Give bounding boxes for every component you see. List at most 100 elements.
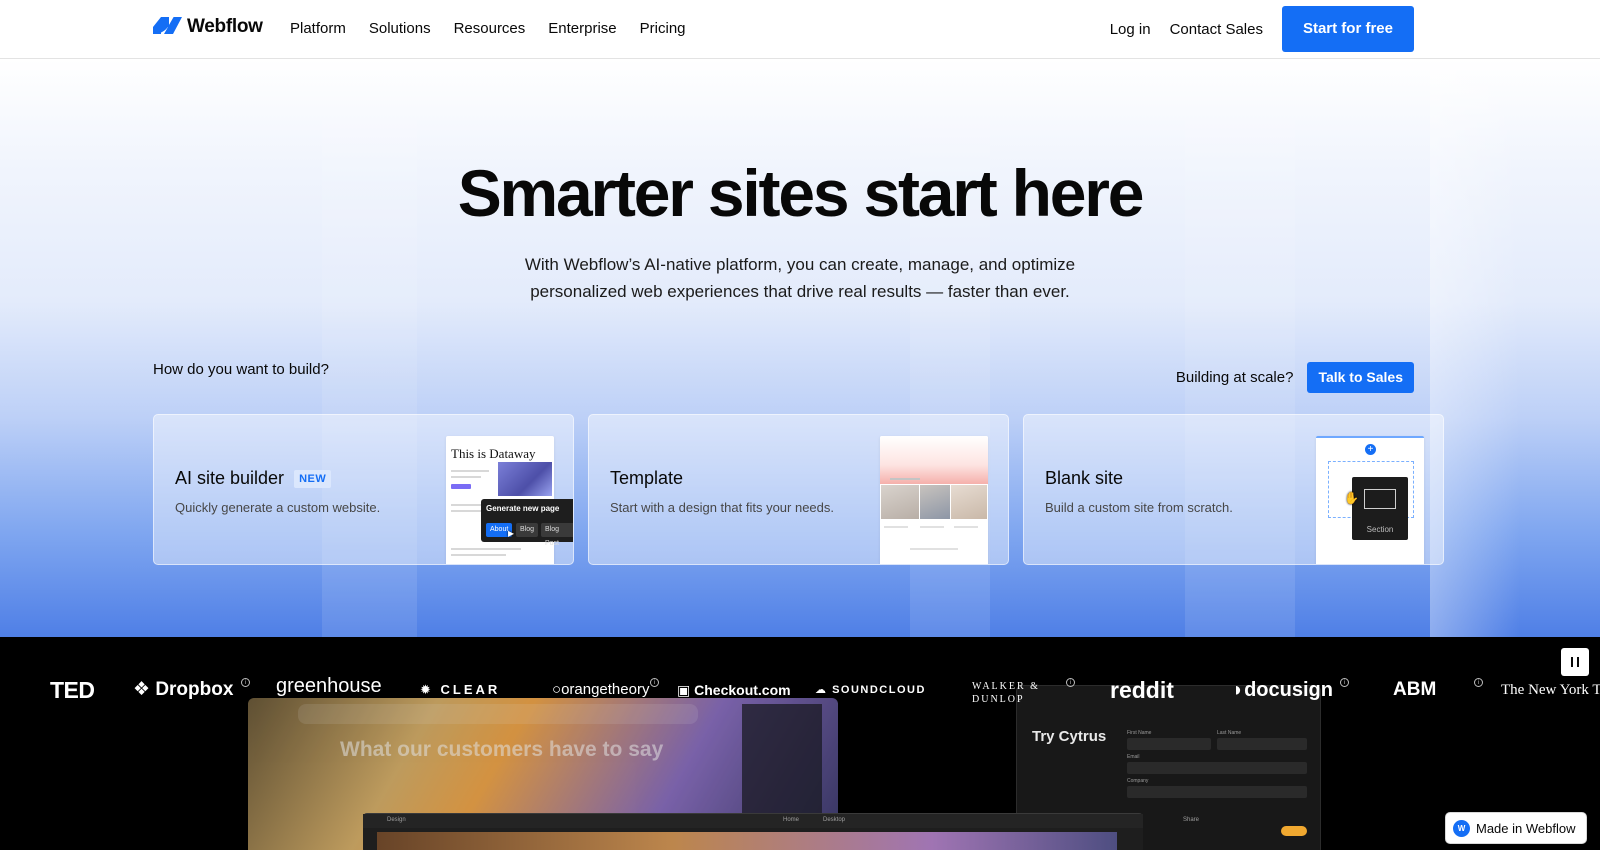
popup-blog-post-button[interactable]: Blog Post (541, 523, 573, 547)
nav-platform[interactable]: Platform (290, 20, 346, 37)
logo-clear-text: CLEAR (440, 682, 501, 697)
section-label: Section (1366, 525, 1394, 534)
add-section-icon: + (1365, 444, 1376, 455)
checkout-icon: ▣ (677, 682, 695, 698)
card-ai-site-builder[interactable]: AI site builder NEW Quickly generate a c… (153, 414, 574, 565)
form-field (1127, 738, 1211, 750)
template-hero (880, 436, 988, 484)
pause-icon (1577, 657, 1579, 667)
dropbox-icon: ❖ (133, 679, 156, 700)
info-icon[interactable]: i (1066, 678, 1075, 687)
form-field (1217, 738, 1307, 750)
webflow-badge-icon: W (1453, 819, 1470, 837)
form-submit (1281, 826, 1307, 836)
logo-checkout: ▣ Checkout.com (677, 668, 791, 712)
new-badge: NEW (294, 469, 332, 488)
form-label: Last Name (1217, 730, 1242, 736)
top-navigation: Webflow Platform Solutions Resources Ent… (0, 0, 1600, 59)
nav-enterprise[interactable]: Enterprise (548, 20, 616, 37)
nav-links: Platform Solutions Resources Enterprise … (290, 20, 709, 37)
popup-title: Generate new page (486, 504, 560, 513)
preview-line (954, 526, 978, 528)
section-box (1364, 489, 1396, 509)
form-label: Company (1127, 778, 1149, 784)
logo-checkout-text: Checkout.com (694, 682, 791, 698)
preview-line (890, 478, 920, 480)
card-title-text: Blank site (1045, 468, 1124, 488)
logo-soundcloud: ☁ SOUNDCLOUD (815, 668, 926, 712)
section-block: Section (1352, 477, 1408, 540)
customer-logos: TED ❖ Dropbox greenhouse ✹ CLEAR ○orange… (0, 668, 1600, 712)
template-image (920, 485, 950, 519)
preview-line (451, 476, 481, 478)
logo-walker-dunlop: WALKER & DUNLOP (972, 681, 1040, 705)
cursor-icon: ▸ (508, 526, 515, 540)
template-image (881, 485, 919, 519)
toolbar-share: Share (1183, 817, 1200, 823)
start-for-free-button[interactable]: Start for free (1281, 6, 1414, 52)
preview-pill (451, 484, 471, 489)
info-icon[interactable]: i (650, 678, 659, 687)
pause-button[interactable] (1561, 648, 1589, 676)
logo-docusign-text: docusign (1244, 679, 1333, 701)
contact-sales-link[interactable]: Contact Sales (1170, 21, 1263, 38)
nav-pricing[interactable]: Pricing (640, 20, 686, 37)
logo-docusign: ◗docusign (1232, 668, 1333, 712)
designer-canvas (377, 832, 1117, 850)
login-link[interactable]: Log in (1110, 21, 1151, 38)
toolbar-desktop: Desktop (823, 817, 846, 823)
logo-text: Webflow (187, 16, 263, 37)
card-description: Build a custom site from scratch. (1045, 500, 1233, 515)
info-icon[interactable]: i (1474, 678, 1483, 687)
logo-ted: TED (50, 677, 95, 703)
preview-line (451, 548, 521, 550)
hero-title: Smarter sites start here (457, 156, 1145, 230)
pause-icon (1571, 657, 1573, 667)
preview-line (451, 470, 489, 472)
testimonial-heading: What our customers have to say (340, 738, 664, 761)
nav-solutions[interactable]: Solutions (369, 20, 431, 37)
hero-section: Smarter sites start here With Webflow’s … (0, 59, 1600, 637)
card-description: Quickly generate a custom website. (175, 500, 381, 515)
logo-dropbox-text: Dropbox (155, 679, 234, 700)
card-title: Template (610, 468, 683, 489)
orangetheory-icon: ○ (552, 681, 562, 698)
card-title: AI site builder NEW (175, 468, 332, 489)
template-image (951, 485, 987, 519)
template-preview (880, 436, 988, 564)
made-in-webflow-badge[interactable]: W Made in Webflow (1446, 813, 1587, 843)
form-label: First Name (1127, 730, 1152, 736)
hero-subtitle: With Webflow’s AI-native platform, you c… (524, 255, 1076, 301)
scale-question: Building at scale? (1175, 369, 1294, 386)
form-field (1127, 786, 1307, 798)
hand-cursor-icon: ✋ (1344, 491, 1359, 505)
form-title: Try Cytrus (1032, 728, 1107, 745)
popup-blog-button[interactable]: Blog (516, 523, 539, 537)
build-question: How do you want to build? (153, 361, 329, 378)
card-title: Blank site (1045, 468, 1123, 489)
logo-soundcloud-text: SOUNDCLOUD (832, 684, 926, 696)
logo-orangetheory-text: orangetheory (561, 681, 650, 698)
logo-reddit: reddit (1110, 677, 1174, 703)
nav-resources[interactable]: Resources (454, 20, 526, 37)
webflow-logo[interactable]: Webflow (152, 16, 263, 38)
talk-to-sales-button[interactable]: Talk to Sales (1307, 362, 1414, 393)
logo-abm: ABM (1393, 679, 1437, 700)
preview-line (910, 548, 958, 550)
info-icon[interactable]: i (1340, 678, 1349, 687)
card-title-text: Template (610, 468, 684, 488)
clear-icon: ✹ (420, 682, 441, 697)
toolbar-design: Design (387, 817, 406, 823)
card-template[interactable]: Template Start with a design that fits y… (588, 414, 1009, 565)
preview-heading: This is Dataway (451, 446, 536, 461)
docusign-icon: ◗ (1232, 679, 1245, 701)
card-blank-site[interactable]: Blank site Build a custom site from scra… (1023, 414, 1444, 565)
form-field (1127, 762, 1307, 774)
logo-dropbox: ❖ Dropbox (133, 668, 233, 712)
info-icon[interactable]: i (241, 678, 250, 687)
logo-orangetheory: ○orangetheory (552, 668, 649, 712)
card-title-text: AI site builder (175, 468, 285, 488)
designer-screenshot: Design Home Desktop Share (363, 813, 1199, 850)
toolbar-home: Home (783, 817, 800, 823)
form-label: Email (1127, 754, 1140, 760)
